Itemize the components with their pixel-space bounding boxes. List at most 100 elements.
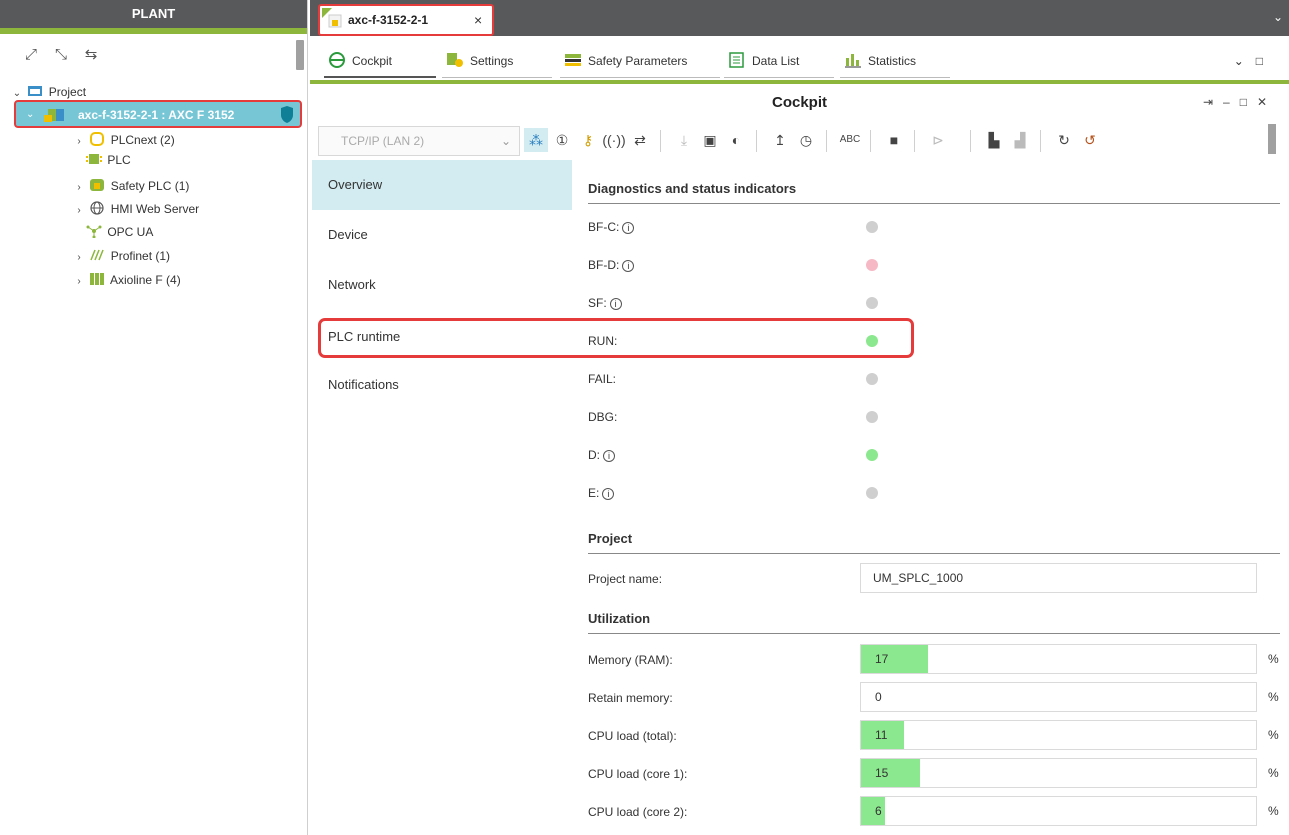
sd-card-download-icon[interactable]: ▙	[982, 128, 1006, 152]
view-window-controls[interactable]: ⌄□	[1234, 54, 1275, 68]
tab-data-list[interactable]: Data List	[724, 48, 834, 78]
tree-item-project[interactable]: ⌄ Project	[10, 82, 86, 102]
percent-unit: %	[1268, 766, 1279, 780]
indicator-label: DBG:	[588, 407, 617, 427]
tree-label: OPC UA	[107, 225, 154, 239]
utilization-bar: 17	[860, 644, 1257, 674]
percent-unit: %	[1268, 690, 1279, 704]
tree-item-opc-ua[interactable]: OPC UA	[86, 222, 153, 242]
chip-icon	[86, 154, 102, 164]
utilization-bar: 6	[860, 796, 1257, 826]
connection-value: TCP/IP (LAN 2)	[341, 134, 425, 148]
tree-item-device-selected[interactable]: ⌄ axc-f-3152-2-1 : AXC F 3152	[14, 100, 302, 128]
tab-settings[interactable]: Settings	[442, 48, 552, 78]
tree-item-safety-plc[interactable]: › Safety PLC (1)	[72, 176, 189, 196]
signal-icon[interactable]: ((·))	[602, 128, 626, 152]
info-icon[interactable]: i	[603, 450, 615, 462]
status-led	[866, 373, 878, 385]
plant-panel: PLANT ⤢ ⤡ ⇆ ⌄ Project ⌄ axc-f-3152-2-1 :…	[0, 0, 308, 835]
nav-item-notifications[interactable]: Notifications	[312, 360, 572, 410]
nav-item-device[interactable]: Device	[312, 210, 572, 260]
nav-item-overview[interactable]: Overview	[312, 160, 572, 210]
indicator-label: RUN:	[588, 331, 617, 351]
status-led	[866, 259, 878, 271]
overview-content: Diagnostics and status indicators BF-C: i…	[588, 160, 1288, 835]
status-led	[866, 487, 878, 499]
section-heading-utilization: Utilization	[588, 604, 1280, 634]
panel-window-controls[interactable]: ⇥–□✕	[1203, 95, 1277, 109]
utilization-value: 15	[875, 766, 889, 780]
tree-item-plcnext[interactable]: › PLCnext (2)	[72, 130, 175, 150]
plant-scrollbar[interactable]	[296, 40, 304, 70]
status-led	[866, 449, 878, 461]
info-icon[interactable]: i	[609, 298, 622, 310]
plcnext-icon	[90, 132, 105, 146]
expand-all-icon[interactable]: ⤢	[20, 44, 42, 66]
power-icon[interactable]: ①	[550, 128, 574, 152]
toolbar-separator	[870, 130, 871, 152]
tree-item-plc[interactable]: PLC	[86, 150, 131, 170]
project-name-label: Project name:	[588, 572, 663, 586]
percent-unit: %	[1268, 804, 1279, 818]
io-module-icon	[90, 273, 105, 285]
tree-label: Safety PLC (1)	[110, 179, 190, 193]
reset-icon[interactable]: ↺	[1078, 128, 1102, 152]
indicator-label-text: DBG:	[588, 410, 618, 424]
status-led	[866, 221, 878, 233]
safety-plc-icon	[90, 179, 105, 191]
connection-select[interactable]: TCP/IP (LAN 2) ⌄	[318, 126, 520, 156]
sync-device-icon[interactable]: ⇄	[628, 128, 652, 152]
tab-statistics[interactable]: Statistics	[840, 48, 950, 78]
tree-item-hmi-web-server[interactable]: › HMI Web Server	[72, 199, 199, 219]
sync-arrows-icon[interactable]: ⇆	[80, 44, 102, 66]
thermometer-icon[interactable]: ⊳	[926, 128, 950, 152]
section-heading-project: Project	[588, 524, 1280, 554]
status-led	[866, 297, 878, 309]
download-icon[interactable]: ⤓	[672, 128, 696, 152]
toolbar-overflow-scroll[interactable]	[1268, 124, 1276, 154]
utilization-label: Retain memory:	[588, 691, 673, 705]
sd-card-upload-icon[interactable]: ▟	[1008, 128, 1032, 152]
info-icon[interactable]: i	[602, 488, 615, 500]
indicator-label-text: E:	[588, 486, 600, 500]
shield-icon	[281, 106, 293, 123]
indicator-label-text: SF:	[588, 296, 607, 310]
chevron-right-icon[interactable]: ›	[72, 178, 86, 198]
chevron-right-icon[interactable]: ›	[72, 272, 86, 292]
tab-safety-parameters[interactable]: Safety Parameters	[560, 48, 720, 78]
utilization-label: CPU load (total):	[588, 729, 677, 743]
tree-item-axioline[interactable]: › Axioline F (4)	[72, 270, 181, 290]
network-topology-icon[interactable]: ⁂	[524, 128, 548, 152]
collapse-all-icon[interactable]: ⤡	[50, 44, 72, 66]
close-icon[interactable]: ×	[474, 12, 482, 28]
refresh-icon[interactable]: ↻	[1052, 128, 1076, 152]
plant-title: PLANT	[0, 0, 307, 34]
tree-item-profinet[interactable]: › Profinet (1)	[72, 246, 170, 266]
device-icon[interactable]: ▣	[698, 128, 722, 152]
info-icon[interactable]: i	[622, 260, 635, 272]
nav-item-network[interactable]: Network	[312, 260, 572, 310]
stop-icon[interactable]: ■	[882, 128, 906, 152]
globe-transfer-icon[interactable]: ◐	[724, 128, 748, 152]
info-icon[interactable]: i	[622, 222, 635, 234]
tab-cockpit[interactable]: Cockpit	[324, 48, 436, 78]
indicator-label: D: i	[588, 445, 615, 465]
chevron-right-icon[interactable]: ›	[72, 201, 86, 221]
toolbar-separator	[660, 130, 661, 152]
key-icon[interactable]: ⚷	[576, 128, 600, 152]
globe-icon	[90, 201, 104, 215]
chevron-down-icon[interactable]: ⌄	[1273, 10, 1283, 24]
upload-icon[interactable]: ↥	[768, 128, 792, 152]
clock-sync-icon[interactable]: ◷	[794, 128, 818, 152]
chevron-right-icon[interactable]: ›	[72, 248, 86, 268]
indicator-label-text: BF-C:	[588, 220, 620, 234]
project-name-field: UM_SPLC_1000	[860, 563, 1257, 593]
indicator-label: BF-D: i	[588, 255, 635, 275]
indicator-label: E: i	[588, 483, 615, 503]
chevron-right-icon[interactable]: ›	[72, 132, 86, 152]
chevron-down-icon[interactable]: ⌄	[26, 105, 34, 125]
document-tab[interactable]: axc-f-3152-2-1 ×	[318, 4, 494, 36]
spellcheck-icon[interactable]: ABC	[838, 128, 862, 152]
toolbar-separator	[1040, 130, 1041, 152]
cockpit-toolbar: TCP/IP (LAN 2) ⌄ ⁂ ① ⚷ ((·)) ⇄ ⤓ ▣ ◐ ↥ ◷…	[310, 120, 1289, 160]
